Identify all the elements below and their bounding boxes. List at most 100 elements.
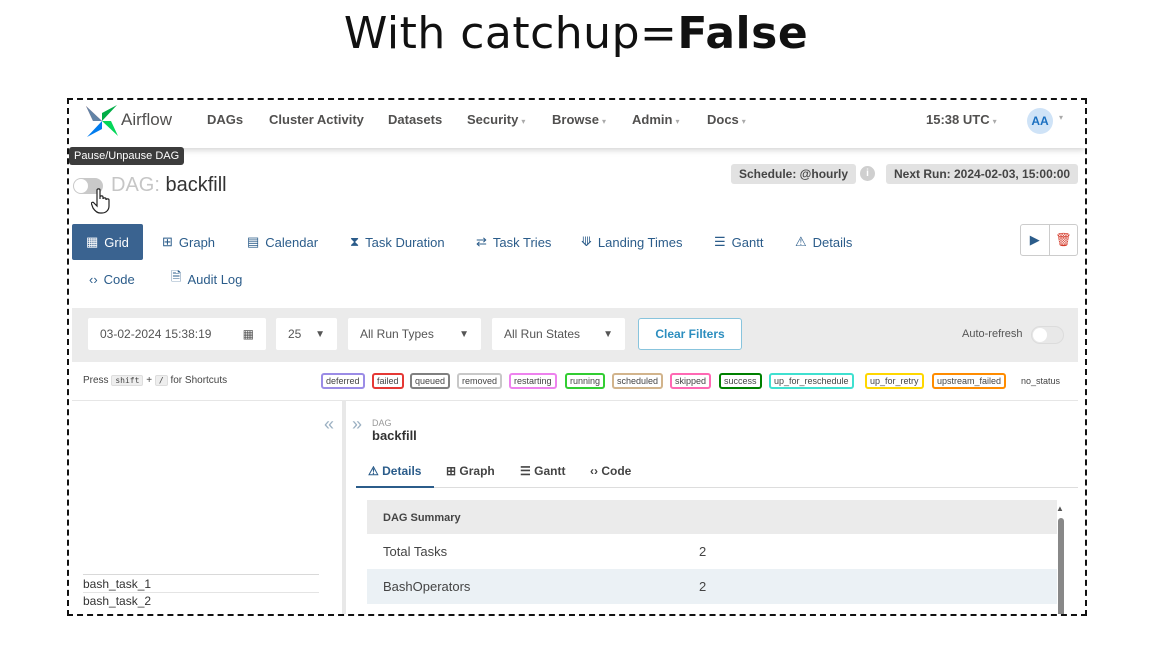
nav-security[interactable]: Security ▾ — [467, 112, 525, 127]
state-upstream-failed[interactable]: upstream_failed — [932, 373, 1007, 389]
dag-actions: ▶ 🗑 — [1020, 224, 1078, 256]
run-type-select[interactable]: All Run Types ▼ — [348, 318, 481, 350]
task-row[interactable]: bash_task_2 — [83, 594, 151, 608]
dag-summary-table: DAG Summary Total Tasks 2 BashOperators … — [367, 500, 1057, 604]
nav-admin-label: Admin — [632, 112, 673, 127]
trigger-dag-button[interactable]: ▶ — [1021, 225, 1050, 255]
tab-audit-log-label: Audit Log — [187, 271, 243, 287]
summary-key: BashOperators — [383, 579, 471, 594]
chevron-down-icon[interactable]: ▾ — [1059, 113, 1063, 122]
page-title: DAG: backfill — [111, 174, 227, 197]
tab-graph[interactable]: ⊞ Graph — [148, 224, 229, 260]
tab-landing-times-label: Landing Times — [597, 234, 683, 250]
shortcut-suffix: for Shortcuts — [170, 375, 228, 386]
chevron-down-icon: ▾ — [521, 117, 526, 126]
shortcut-slash: / — [154, 375, 168, 386]
detail-tab-code[interactable]: ‹› Code — [590, 464, 631, 478]
detail-tab-graph[interactable]: ⊞ Graph — [446, 464, 495, 478]
airflow-logo[interactable] — [83, 102, 121, 140]
gantt-icon: ☰ — [714, 234, 726, 249]
tab-grid-label: Grid — [104, 234, 129, 250]
expand-right-icon[interactable]: » — [352, 414, 362, 435]
tab-grid[interactable]: ▦ Grid — [72, 224, 143, 260]
scrollbar[interactable] — [1058, 518, 1064, 614]
nav-admin[interactable]: Admin ▾ — [632, 112, 679, 127]
clear-filters-button[interactable]: Clear Filters — [638, 318, 742, 350]
base-date-input[interactable]: 03-02-2024 15:38:19 ▦ — [88, 318, 266, 350]
chevron-down-icon: ▾ — [601, 117, 606, 126]
tab-code-label: Code — [103, 271, 135, 287]
tab-task-duration[interactable]: ⧗ Task Duration — [336, 224, 459, 260]
delete-dag-button[interactable]: 🗑 — [1050, 225, 1078, 255]
nav-docs-label: Docs — [707, 112, 739, 127]
divider — [83, 592, 319, 593]
tab-code[interactable]: ‹› Code — [75, 261, 149, 297]
scroll-up-icon[interactable]: ▲ — [1056, 504, 1064, 513]
table-row: Total Tasks 2 — [367, 534, 1057, 569]
hand-cursor-icon — [91, 188, 110, 214]
tab-audit-log[interactable]: 🗎 Audit Log — [157, 261, 256, 297]
breadcrumb[interactable]: backfill — [372, 428, 417, 443]
divider — [83, 574, 319, 575]
detail-tab-gantt[interactable]: ☰ Gantt — [520, 464, 565, 478]
nav-docs[interactable]: Docs ▾ — [707, 112, 746, 127]
tab-gantt[interactable]: ☰ Gantt — [700, 224, 777, 260]
nav-cluster-activity[interactable]: Cluster Activity — [269, 112, 364, 127]
detail-tab-details-label: Details — [382, 464, 422, 478]
user-avatar[interactable]: AA — [1027, 108, 1053, 134]
calendar-icon: ▦ — [242, 327, 254, 341]
state-running[interactable]: running — [565, 373, 606, 389]
panel-resizer[interactable] — [342, 400, 346, 614]
dag-name: backfill — [165, 174, 227, 196]
tab-landing-times[interactable]: ⟱ Landing Times — [567, 224, 696, 260]
next-run-badge: Next Run: 2024-02-03, 15:00:00 — [886, 164, 1079, 184]
trash-icon: 🗑 — [1054, 232, 1072, 247]
utc-clock[interactable]: 15:38 UTC ▾ — [926, 112, 997, 127]
tab-calendar[interactable]: ▤ Calendar — [233, 224, 332, 260]
state-skipped[interactable]: skipped — [670, 373, 712, 389]
state-up-for-reschedule[interactable]: up_for_reschedule — [769, 373, 854, 389]
shortcut-hint: Press shift + / for Shortcuts — [83, 375, 227, 386]
tab-details[interactable]: ⚠ Details — [781, 224, 866, 260]
info-icon[interactable]: i — [860, 166, 875, 181]
detail-tab-code-label: Code — [601, 464, 632, 478]
state-removed[interactable]: removed — [457, 373, 503, 389]
tab-task-tries[interactable]: ⇄ Task Tries — [462, 224, 565, 260]
nav-dags[interactable]: DAGs — [207, 112, 243, 127]
state-scheduled[interactable]: scheduled — [612, 373, 664, 389]
table-row: BashOperators 2 — [367, 569, 1057, 604]
nav-datasets[interactable]: Datasets — [388, 112, 442, 127]
num-runs-select[interactable]: 25 ▼ — [276, 318, 337, 350]
task-row[interactable]: bash_task_1 — [83, 577, 151, 591]
state-up-for-retry[interactable]: up_for_retry — [865, 373, 924, 389]
summary-value: 2 — [699, 544, 707, 559]
warning-icon: ⚠ — [795, 234, 807, 249]
brand-name[interactable]: Airflow — [121, 110, 172, 130]
active-tab-indicator — [356, 486, 434, 488]
summary-header: DAG Summary — [367, 500, 1057, 534]
play-icon: ▶ — [1029, 232, 1040, 247]
state-no-status[interactable]: no_status — [1016, 373, 1066, 389]
graph-icon: ⊞ — [162, 234, 173, 249]
chevron-down-icon: ▾ — [675, 117, 680, 126]
run-state-select[interactable]: All Run States ▼ — [492, 318, 625, 350]
grid-icon: ▦ — [86, 234, 99, 249]
gantt-icon: ☰ — [520, 464, 531, 478]
nav-dags-label: DAGs — [207, 112, 244, 127]
code-icon: ‹› — [590, 464, 598, 478]
state-restarting[interactable]: restarting — [509, 373, 557, 389]
state-deferred[interactable]: deferred — [321, 373, 365, 389]
state-failed[interactable]: failed — [372, 373, 404, 389]
pause-tooltip: Pause/Unpause DAG — [69, 147, 185, 165]
state-success[interactable]: success — [719, 373, 762, 389]
chevron-down-icon: ▾ — [741, 117, 746, 126]
nav-browse[interactable]: Browse ▾ — [552, 112, 606, 127]
chevron-down-icon: ▼ — [459, 328, 469, 340]
collapse-left-icon[interactable]: « — [324, 414, 334, 435]
detail-tab-details[interactable]: ⚠ Details — [368, 464, 421, 478]
tab-gantt-label: Gantt — [731, 234, 764, 250]
state-queued[interactable]: queued — [410, 373, 451, 389]
auto-refresh-toggle[interactable] — [1031, 326, 1064, 344]
screenshot-frame: Airflow DAGs Cluster Activity Datasets S… — [67, 98, 1087, 616]
schedule-badge: Schedule: @hourly — [731, 164, 857, 184]
